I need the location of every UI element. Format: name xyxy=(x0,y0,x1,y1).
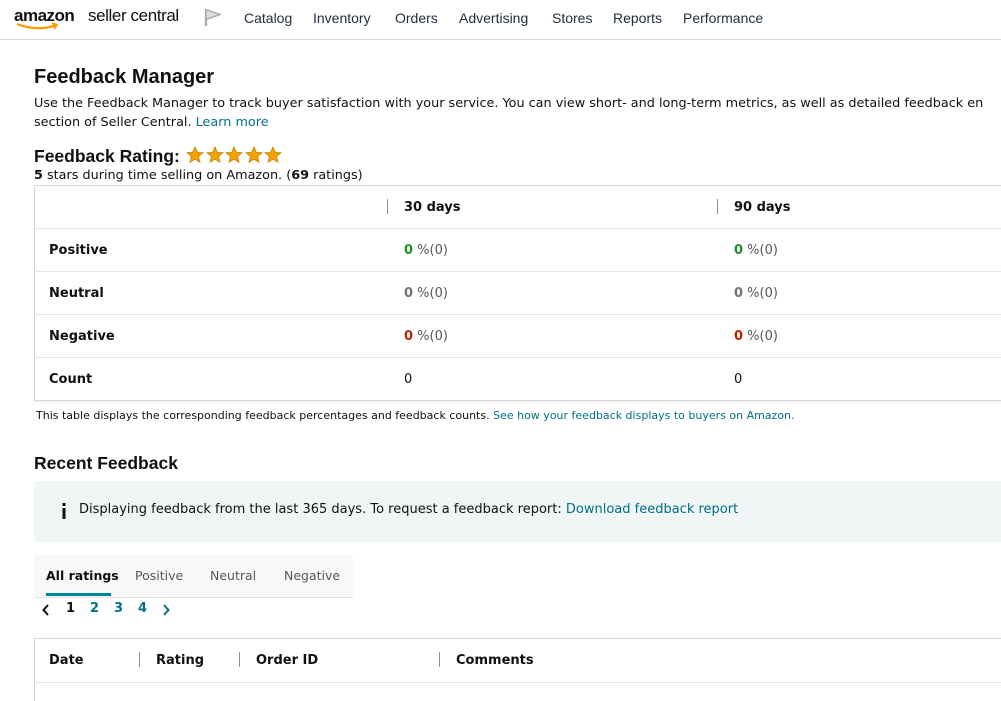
info-icon xyxy=(62,503,66,519)
column-header-comments[interactable]: Comments xyxy=(456,653,534,668)
nav-orders[interactable]: Orders xyxy=(395,10,438,26)
feedback-metrics-table: 30 days 90 days Positive 0 %(0) 0 %(0) Neut… xyxy=(34,185,1001,401)
intro-text: Use the Feedback Manager to track buyer … xyxy=(34,95,1001,132)
tab-negative[interactable]: Negative xyxy=(284,568,340,583)
metrics-row-negative: Negative 0 %(0) 0 %(0) xyxy=(35,315,1001,358)
metric-value: 0 %(0) xyxy=(404,243,448,258)
row-label: Negative xyxy=(49,329,115,344)
chevron-left-icon[interactable] xyxy=(41,604,51,616)
rating-summary-text: stars during time selling on Amazon. ( xyxy=(42,168,292,183)
tab-neutral[interactable]: Neutral xyxy=(210,568,256,583)
star-icon xyxy=(264,146,282,164)
active-tab-indicator xyxy=(46,593,111,596)
rating-stars-value: 5 xyxy=(34,168,43,183)
nav-advertising[interactable]: Advertising xyxy=(459,10,528,26)
column-header-30-days: 30 days xyxy=(404,200,461,215)
column-divider xyxy=(439,652,440,667)
info-alert: Displaying feedback from the last 365 da… xyxy=(34,481,1001,542)
column-divider xyxy=(387,199,388,214)
table-note: This table displays the corresponding fe… xyxy=(36,409,795,422)
rating-filter-tabs: All ratings Positive Neutral Negative xyxy=(34,555,353,598)
page-4[interactable]: 4 xyxy=(138,601,147,616)
intro-line-2: section of Seller Central. Learn more xyxy=(34,114,1001,133)
rating-summary-end: ratings) xyxy=(309,168,363,183)
metric-value: 0 %(0) xyxy=(734,286,778,301)
metrics-header-row: 30 days 90 days xyxy=(35,186,1001,229)
rating-summary: 5 stars during time selling on Amazon. (… xyxy=(34,168,363,183)
metric-number: 0 xyxy=(734,329,744,344)
column-divider xyxy=(717,199,718,214)
metric-percent: %(0) xyxy=(743,286,778,301)
page-3[interactable]: 3 xyxy=(114,601,123,616)
info-message: Displaying feedback from the last 365 da… xyxy=(79,502,738,517)
metric-value: 0 %(0) xyxy=(404,286,448,301)
tab-all-ratings[interactable]: All ratings xyxy=(46,568,119,583)
recent-feedback-table: Date Rating Order ID Comments xyxy=(34,638,1001,701)
metric-value: 0 %(0) xyxy=(734,329,778,344)
tab-positive[interactable]: Positive xyxy=(135,568,183,583)
row-label: Count xyxy=(49,372,93,387)
metric-value: 0 %(0) xyxy=(404,329,448,344)
metrics-row-count: Count 0 0 xyxy=(35,358,1001,401)
metric-number: 0 xyxy=(404,372,413,387)
row-label: Neutral xyxy=(49,286,104,301)
metric-number: 0 xyxy=(404,286,414,301)
top-navigation: amazon seller central Catalog Inventory … xyxy=(0,0,1001,40)
nav-reports[interactable]: Reports xyxy=(613,10,662,26)
nav-inventory[interactable]: Inventory xyxy=(313,10,371,26)
logo-seller-central-text: seller central xyxy=(88,6,179,25)
metric-value: 0 %(0) xyxy=(734,243,778,258)
metrics-row-neutral: Neutral 0 %(0) 0 %(0) xyxy=(35,272,1001,315)
nav-performance[interactable]: Performance xyxy=(683,10,763,26)
intro-line-2-text: section of Seller Central. xyxy=(34,114,192,130)
star-icon xyxy=(225,146,243,164)
intro-line-1: Use the Feedback Manager to track buyer … xyxy=(34,96,984,111)
feedback-display-link[interactable]: See how your feedback displays to buyers… xyxy=(493,409,794,422)
row-label: Positive xyxy=(49,243,108,258)
metric-number: 0 xyxy=(734,243,744,258)
flag-icon[interactable] xyxy=(203,7,223,27)
metric-percent: %(0) xyxy=(743,243,778,258)
learn-more-link[interactable]: Learn more xyxy=(196,115,269,130)
metric-number: 0 xyxy=(404,243,414,258)
page-1[interactable]: 1 xyxy=(66,601,75,616)
star-icon xyxy=(244,146,263,164)
metric-percent: %(0) xyxy=(413,243,448,258)
nav-catalog[interactable]: Catalog xyxy=(244,10,292,26)
column-divider xyxy=(239,652,240,667)
column-header-order-id[interactable]: Order ID xyxy=(256,653,318,668)
metric-value: 0 xyxy=(734,372,742,387)
feedback-table-header: Date Rating Order ID Comments xyxy=(35,639,1001,683)
column-header-rating[interactable]: Rating xyxy=(156,653,204,668)
feedback-rating-heading: Feedback Rating: xyxy=(34,146,180,166)
metrics-row-positive: Positive 0 %(0) 0 %(0) xyxy=(35,229,1001,272)
metric-percent: %(0) xyxy=(413,286,448,301)
amazon-smile-icon xyxy=(16,22,59,30)
metric-percent: %(0) xyxy=(413,329,448,344)
metric-number: 0 xyxy=(404,329,414,344)
column-divider xyxy=(139,652,140,667)
recent-feedback-heading: Recent Feedback xyxy=(34,453,178,473)
chevron-right-icon[interactable] xyxy=(161,604,171,616)
metric-value: 0 xyxy=(404,372,412,387)
metric-number: 0 xyxy=(734,286,744,301)
star-icon xyxy=(186,146,204,164)
column-header-date[interactable]: Date xyxy=(49,653,84,668)
page-2[interactable]: 2 xyxy=(90,601,99,616)
info-text: Displaying feedback from the last 365 da… xyxy=(79,502,562,517)
download-feedback-report-link[interactable]: Download feedback report xyxy=(566,502,738,517)
metric-number: 0 xyxy=(734,372,743,387)
table-note-text: This table displays the corresponding fe… xyxy=(36,409,490,422)
column-header-90-days: 90 days xyxy=(734,200,791,215)
rating-count-value: 69 xyxy=(291,168,310,183)
star-icon xyxy=(205,146,224,164)
nav-stores[interactable]: Stores xyxy=(552,10,592,26)
page-title: Feedback Manager xyxy=(34,66,215,88)
metric-percent: %(0) xyxy=(743,329,778,344)
